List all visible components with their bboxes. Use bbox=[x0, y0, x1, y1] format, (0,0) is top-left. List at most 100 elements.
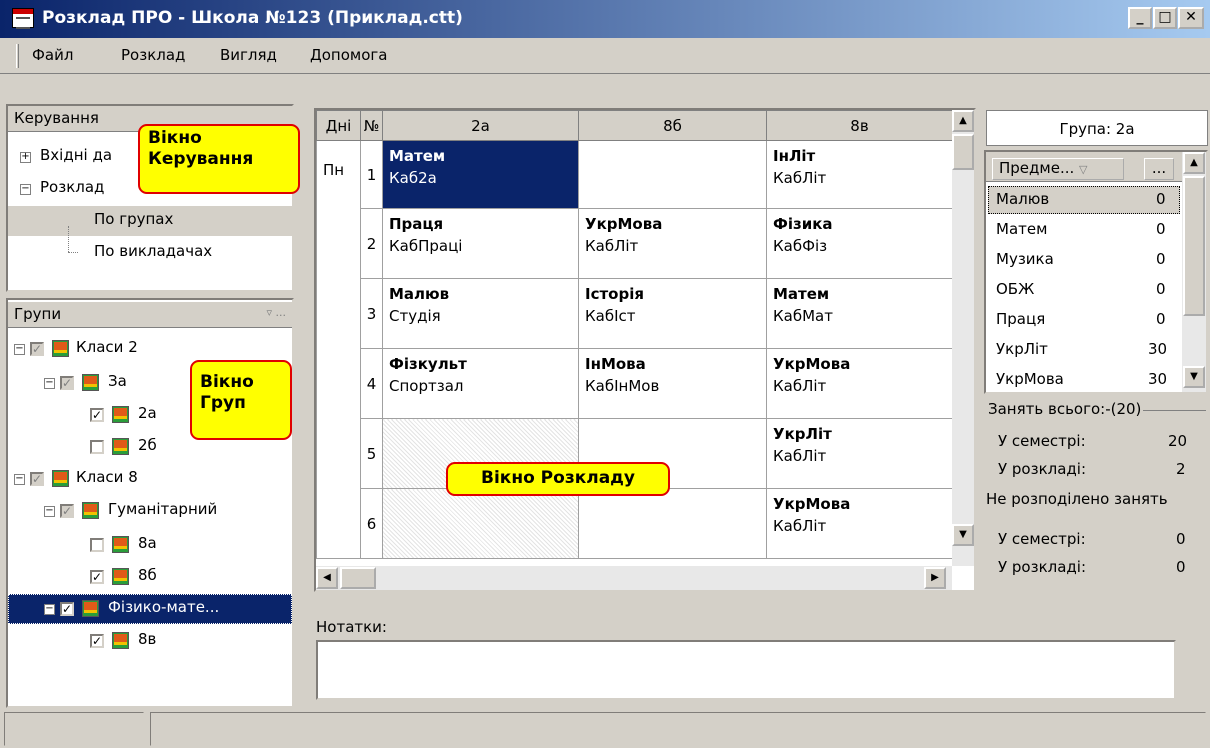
tree-item-physmath[interactable]: Фізико-мате... bbox=[108, 598, 219, 616]
lesson-number: 1 bbox=[360, 140, 383, 209]
semester-label: У семестрі: bbox=[998, 530, 1086, 548]
menu-file[interactable]: Файл bbox=[32, 46, 73, 64]
group-checkbox[interactable] bbox=[90, 538, 104, 552]
schedule-cell[interactable]: УкрЛіт КабЛіт bbox=[766, 418, 953, 489]
col-header-subject[interactable]: Предме... ▽ bbox=[992, 158, 1124, 180]
schedule-cell[interactable]: Історія КабІст bbox=[578, 278, 767, 349]
col-header-days: Дні bbox=[316, 110, 361, 141]
col-header-2a[interactable]: 2а bbox=[382, 110, 579, 141]
tree-item-8a[interactable]: 8а bbox=[138, 534, 157, 552]
tree-item-by-teachers[interactable]: По викладачах bbox=[94, 242, 212, 260]
group-checkbox[interactable]: ✓ bbox=[60, 376, 74, 390]
schedule-cell[interactable]: Матем Каб2а bbox=[382, 140, 579, 209]
collapse-icon[interactable]: − bbox=[44, 378, 55, 389]
day-cell: Пн bbox=[316, 140, 361, 559]
collapse-icon[interactable]: − bbox=[20, 184, 31, 195]
schedule-cell[interactable]: УкрМова КабЛіт bbox=[578, 208, 767, 279]
group-checkbox[interactable]: ✓ bbox=[90, 634, 104, 648]
semester-value: 20 bbox=[1168, 432, 1188, 450]
minimize-button[interactable]: _ bbox=[1128, 7, 1152, 29]
status-cell bbox=[4, 712, 144, 746]
table-row: 4 Фізкульт Спортзал ІнМова КабІнМов УкрМов… bbox=[317, 348, 953, 419]
list-item[interactable]: УкрЛіт 30 bbox=[996, 340, 1167, 358]
app-icon[interactable] bbox=[12, 8, 34, 29]
scroll-thumb[interactable] bbox=[1183, 176, 1205, 316]
tree-item-classes-8[interactable]: Класи 8 bbox=[76, 468, 138, 486]
list-item[interactable]: Малюв 0 bbox=[996, 190, 1166, 208]
scroll-thumb[interactable] bbox=[952, 134, 974, 170]
class-icon bbox=[82, 374, 99, 391]
list-item[interactable]: УкрМова 30 bbox=[996, 370, 1167, 388]
tree-item-8b[interactable]: 8б bbox=[138, 566, 157, 584]
tree-item-2b[interactable]: 2б bbox=[138, 436, 157, 454]
collapse-icon[interactable]: − bbox=[14, 474, 25, 485]
schedule-cell[interactable]: Матем КабМат bbox=[766, 278, 953, 349]
list-item[interactable]: Праця 0 bbox=[996, 310, 1166, 328]
list-item[interactable]: Музика 0 bbox=[996, 250, 1166, 268]
tree-item-schedule[interactable]: Розклад bbox=[40, 178, 104, 196]
tree-item-8v[interactable]: 8в bbox=[138, 630, 156, 648]
subjects-vscrollbar[interactable]: ▲ ▼ bbox=[1182, 152, 1206, 392]
lesson-number: 5 bbox=[360, 418, 383, 489]
group-checkbox[interactable]: ✓ bbox=[60, 602, 74, 616]
group-checkbox[interactable]: ✓ bbox=[30, 342, 44, 356]
tree-item-input-data[interactable]: Вхідні да bbox=[40, 146, 112, 164]
tree-item-2a[interactable]: 2а bbox=[138, 404, 157, 422]
scroll-left-icon[interactable]: ◀ bbox=[316, 567, 338, 589]
tree-item-humanities[interactable]: Гуманітарний bbox=[108, 500, 217, 518]
close-button[interactable]: ✕ bbox=[1178, 7, 1204, 29]
col-header-8v[interactable]: 8в bbox=[766, 110, 953, 141]
subjects-list: Предме... ▽ ... Малюв 0 Матем 0 Музика 0 ОБ… bbox=[984, 150, 1208, 394]
tree-item-by-groups[interactable]: По групах bbox=[94, 210, 173, 228]
subjects-list-header: Предме... ▽ ... bbox=[986, 152, 1182, 182]
schedule-cell[interactable]: УкрМова КабЛіт bbox=[766, 348, 953, 419]
collapse-icon[interactable]: − bbox=[44, 506, 55, 517]
collapse-icon[interactable]: − bbox=[44, 604, 55, 615]
col-header-8b[interactable]: 8б bbox=[578, 110, 767, 141]
class-icon bbox=[112, 568, 129, 585]
scroll-down-icon[interactable]: ▼ bbox=[952, 524, 974, 546]
group-checkbox[interactable]: ✓ bbox=[60, 504, 74, 518]
menu-schedule[interactable]: Розклад bbox=[121, 46, 185, 64]
schedule-panel: Дні № 2а 8б 8в Пн 1 Матем Каб2а ІнЛіт КабЛ… bbox=[314, 108, 976, 592]
lesson-stats: Занять всього:-(20) У семестрі: 20 У роз… bbox=[984, 396, 1208, 592]
expand-icon[interactable]: + bbox=[20, 152, 31, 163]
menu-help[interactable]: Допомога bbox=[310, 46, 387, 64]
schedule-cell[interactable] bbox=[578, 140, 767, 209]
tree-line bbox=[68, 226, 69, 252]
schedule-cell[interactable]: Фізкульт Спортзал bbox=[382, 348, 579, 419]
list-item[interactable]: ОБЖ 0 bbox=[996, 280, 1166, 298]
group-checkbox[interactable]: ✓ bbox=[90, 570, 104, 584]
group-checkbox[interactable]: ✓ bbox=[30, 472, 44, 486]
schedule-cell[interactable]: Фізика КабФіз bbox=[766, 208, 953, 279]
schedule-cell[interactable]: Малюв Студія bbox=[382, 278, 579, 349]
collapse-icon[interactable]: − bbox=[14, 344, 25, 355]
schedule-cell[interactable] bbox=[578, 488, 767, 559]
schedule-cell[interactable]: ІнЛіт КабЛіт bbox=[766, 140, 953, 209]
class-icon bbox=[112, 632, 129, 649]
schedule-hscrollbar[interactable]: ◀ ▶ bbox=[316, 566, 952, 590]
schedule-cell[interactable] bbox=[382, 488, 579, 559]
menu-view[interactable]: Вигляд bbox=[220, 46, 277, 64]
col-header-num: № bbox=[360, 110, 383, 141]
schedule-cell[interactable]: ІнМова КабІнМов bbox=[578, 348, 767, 419]
schedule-cell[interactable]: Праця КабПраці bbox=[382, 208, 579, 279]
list-item[interactable]: Матем 0 bbox=[996, 220, 1166, 238]
scroll-up-icon[interactable]: ▲ bbox=[952, 110, 974, 132]
notes-field[interactable] bbox=[316, 640, 1176, 700]
group-checkbox[interactable] bbox=[90, 440, 104, 454]
scroll-right-icon[interactable]: ▶ bbox=[924, 567, 946, 589]
group-checkbox[interactable]: ✓ bbox=[90, 408, 104, 422]
scroll-thumb[interactable] bbox=[340, 567, 376, 589]
maximize-button[interactable]: □ bbox=[1153, 7, 1177, 29]
scroll-down-icon[interactable]: ▼ bbox=[1183, 366, 1205, 388]
tree-item-subgroup[interactable]: За bbox=[108, 372, 127, 390]
col-header-extra[interactable]: ... bbox=[1144, 158, 1174, 180]
schedule-cell[interactable]: УкрМова КабЛіт bbox=[766, 488, 953, 559]
callout-line: Вікно bbox=[200, 372, 254, 392]
groups-panel-header: Групи ▿ ... bbox=[8, 302, 292, 328]
tree-item-classes-2[interactable]: Класи 2 bbox=[76, 338, 138, 356]
filter-icon[interactable]: ▿ ... bbox=[266, 306, 286, 319]
scroll-up-icon[interactable]: ▲ bbox=[1183, 152, 1205, 174]
schedule-vscrollbar[interactable]: ▲ ▼ bbox=[952, 110, 974, 566]
